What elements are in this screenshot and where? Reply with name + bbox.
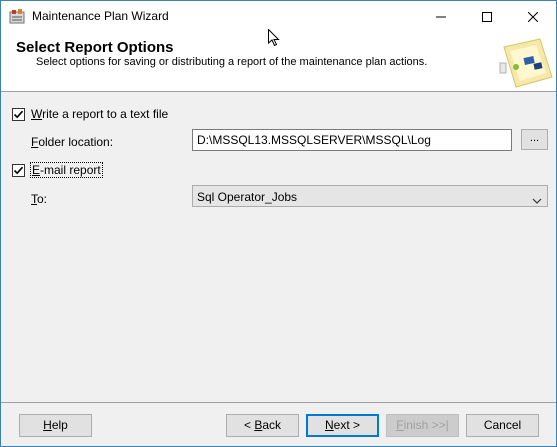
- finish-button: Finish >>|: [386, 414, 459, 437]
- browse-folder-button[interactable]: ...: [521, 129, 548, 150]
- maximize-icon: [482, 11, 492, 22]
- checkmark-icon: [13, 166, 24, 175]
- next-button[interactable]: Next >: [306, 414, 379, 437]
- back-button[interactable]: < Back: [226, 414, 299, 437]
- window-title: Maintenance Plan Wizard: [32, 9, 169, 23]
- write-text-report-label[interactable]: Write a report to a text file: [31, 107, 168, 121]
- mouse-cursor-icon: [268, 28, 280, 47]
- wizard-window: Maintenance Plan Wizard Select Report Op…: [0, 0, 557, 447]
- help-button[interactable]: Help: [19, 414, 92, 437]
- chevron-down-icon: [532, 193, 542, 207]
- email-to-selected-value: Sql Operator_Jobs: [197, 190, 298, 204]
- page-title: Select Report Options: [16, 39, 174, 56]
- minimize-icon: [436, 16, 446, 17]
- page-subtitle: Select options for saving or distributin…: [36, 56, 428, 68]
- minimize-button[interactable]: [418, 1, 464, 32]
- close-icon: [528, 11, 538, 22]
- close-button[interactable]: [510, 1, 556, 32]
- title-bar[interactable]: Maintenance Plan Wizard: [1, 1, 556, 32]
- email-to-select[interactable]: Sql Operator_Jobs: [192, 185, 548, 207]
- checkmark-icon: [13, 110, 24, 119]
- email-report-checkbox[interactable]: [12, 164, 25, 177]
- folder-location-label: Folder location:: [31, 135, 114, 149]
- wizard-banner-icon: [496, 33, 556, 91]
- app-icon: [9, 8, 25, 24]
- footer-divider: [1, 402, 556, 403]
- folder-location-input[interactable]: [192, 129, 512, 151]
- email-to-label: To:: [31, 192, 48, 206]
- write-text-report-checkbox[interactable]: [12, 108, 25, 121]
- maximize-button[interactable]: [464, 1, 510, 32]
- email-report-label[interactable]: E-mail report: [30, 162, 103, 178]
- cancel-button[interactable]: Cancel: [466, 414, 539, 437]
